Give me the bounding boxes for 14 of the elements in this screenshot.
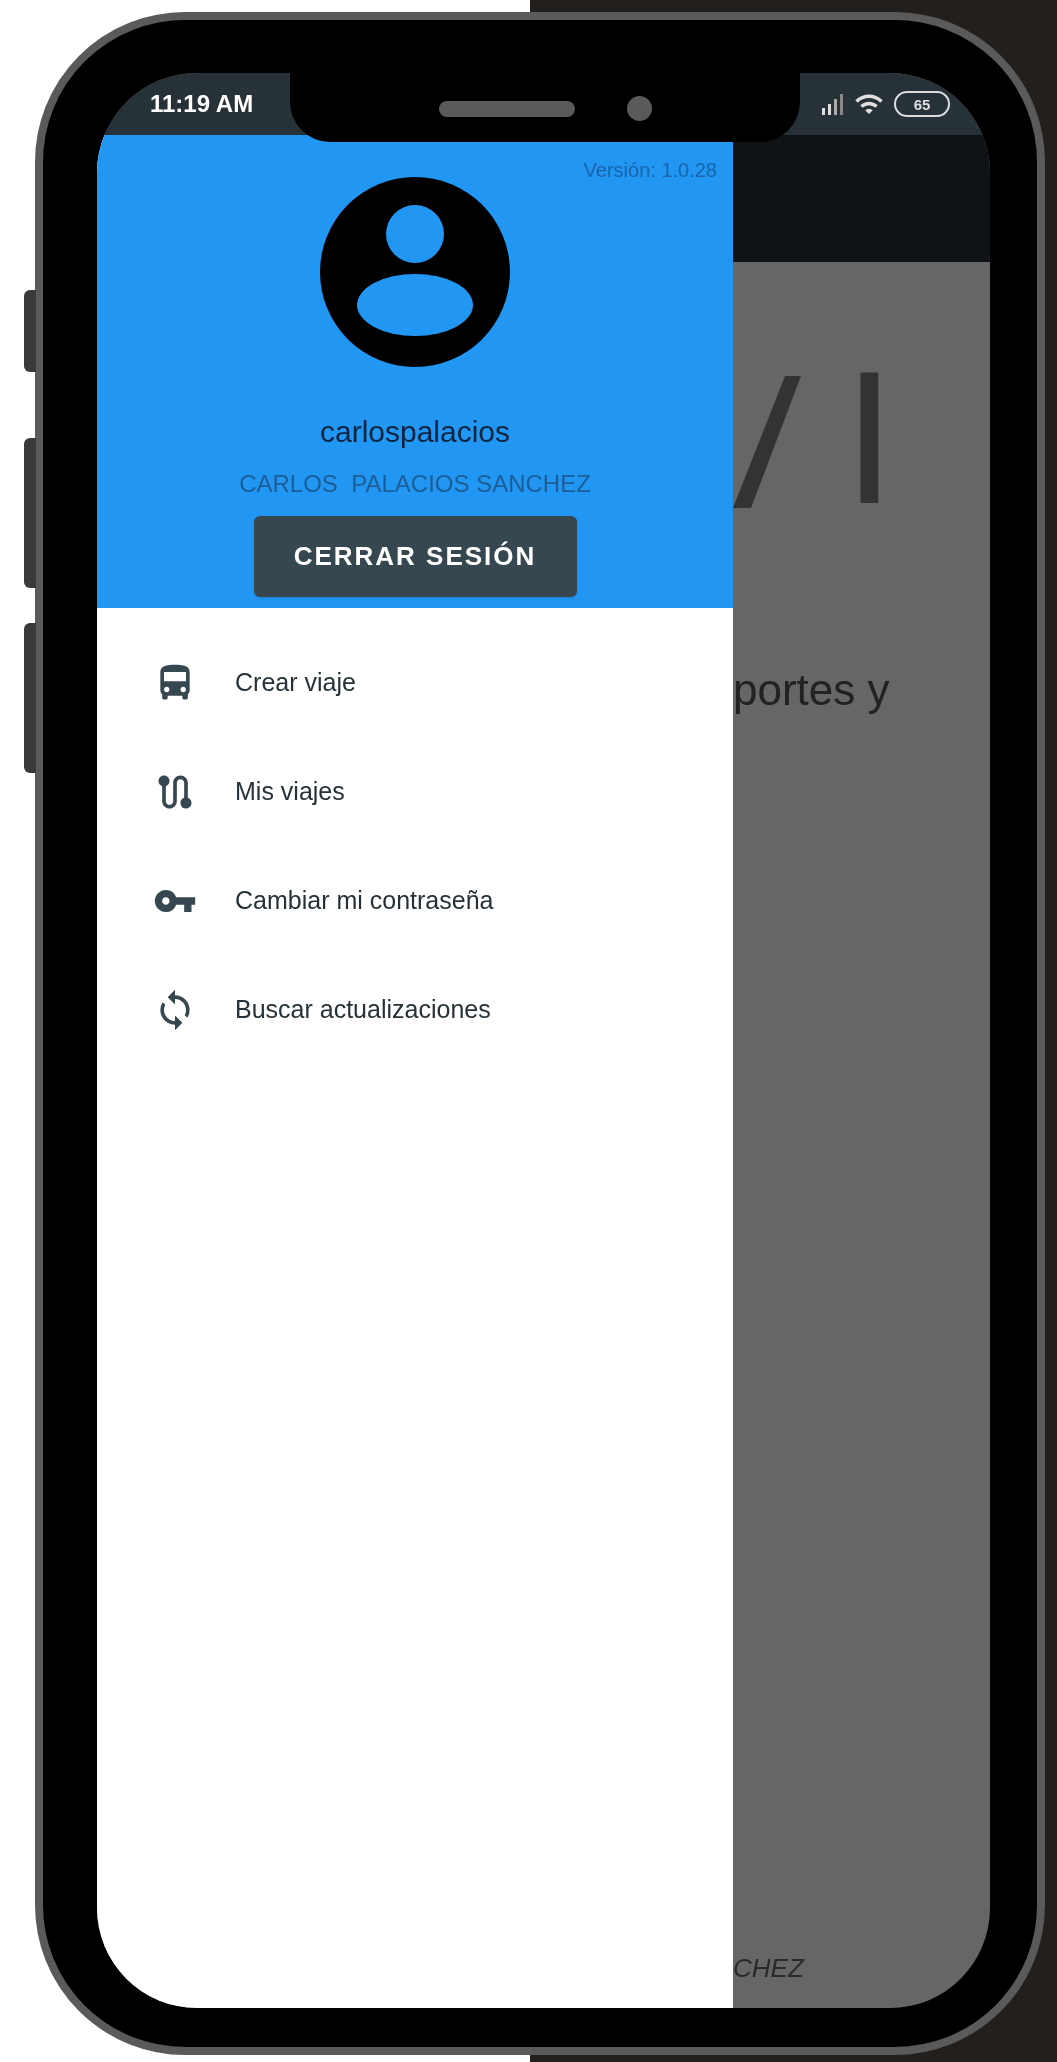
user-avatar-icon	[320, 177, 510, 367]
status-time: 11:19 AM	[150, 89, 254, 119]
signal-icon	[822, 93, 844, 115]
full-name: CARLOS PALACIOS SANCHEZ	[239, 469, 591, 499]
menu-item[interactable]: Crear viaje	[97, 628, 733, 737]
background-footer-text: CHEZ	[733, 1952, 806, 1985]
menu-item[interactable]: Mis viajes	[97, 737, 733, 846]
logout-button[interactable]: CERRAR SESIÓN	[253, 516, 577, 597]
version-label: Versión: 1.0.28	[583, 158, 717, 183]
battery-level: 65	[913, 96, 931, 112]
menu-item[interactable]: Cambiar mi contraseña	[97, 846, 733, 955]
background-text: portes y	[733, 664, 891, 716]
username: carlospalacios	[319, 414, 511, 450]
menu-item[interactable]: Buscar actualizaciones	[97, 955, 733, 1064]
